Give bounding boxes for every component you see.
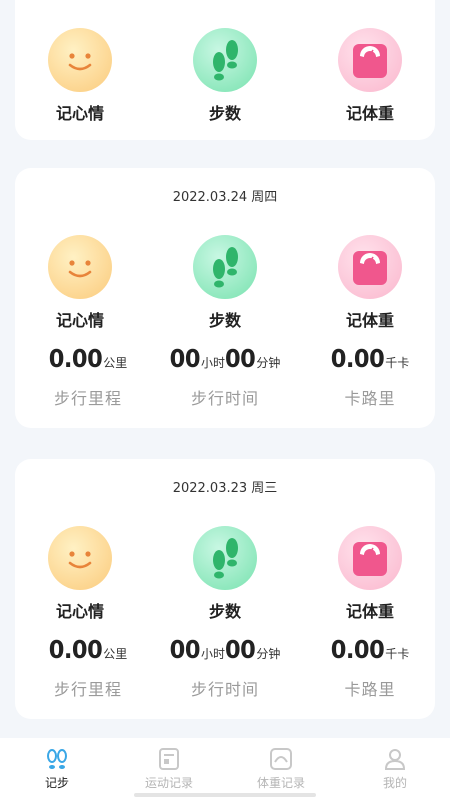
smiley-face-icon [48, 526, 112, 590]
step-feed[interactable]: 记心情 步数 记体重 2022.03.24 周四 记心情 步数 记体重 0.00… [0, 0, 450, 738]
weight-label: 记体重 [345, 311, 394, 330]
distance-unit: 公里 [103, 647, 128, 661]
home-indicator[interactable] [134, 793, 316, 797]
steps-action[interactable]: 步数 [170, 28, 280, 124]
mood-action[interactable]: 记心情 [25, 28, 135, 124]
scale-icon [338, 526, 402, 590]
weight-action[interactable]: 记体重 [315, 28, 425, 124]
distance-value: 0.00 [48, 344, 103, 373]
day-stats: 0.00公里 步行里程 00小时00分钟 步行时间 0.00千卡 卡路里 [15, 635, 435, 705]
quick-actions: 记心情 步数 记体重 [15, 28, 435, 123]
hours-value: 00 [169, 635, 201, 664]
minutes-value: 00 [225, 344, 256, 373]
steps-label: 步数 [208, 311, 241, 330]
footprints-icon [193, 235, 257, 299]
day-date: 2022.03.24 周四 [172, 190, 278, 205]
tab-me[interactable]: 我的 [350, 746, 440, 791]
day-card: 2022.03.23 周三 记心情 步数 记体重 0.00公里 步行里程 00小… [15, 459, 435, 719]
weight-label: 记体重 [345, 602, 394, 621]
minutes-unit: 分钟 [256, 647, 281, 661]
mood-action[interactable]: 记心情 [25, 235, 135, 331]
tab-exercise-records[interactable]: 运动记录 [124, 746, 214, 791]
footprints-icon [193, 526, 257, 590]
hours-unit: 小时 [200, 356, 225, 370]
scale-icon [338, 28, 402, 92]
scale-icon [338, 235, 402, 299]
day-card: 记心情 步数 记体重 [15, 0, 435, 140]
scale-icon [268, 746, 294, 772]
time-label: 步行时间 [190, 389, 259, 408]
time-label: 步行时间 [190, 680, 259, 699]
calories-value: 0.00 [330, 635, 385, 664]
user-icon [382, 746, 408, 772]
calories-unit: 千卡 [385, 647, 410, 661]
calories-unit: 千卡 [385, 356, 410, 370]
calories-label: 卡路里 [344, 389, 396, 408]
calories-stat: 0.00千卡 卡路里 [300, 344, 440, 409]
weight-action[interactable]: 记体重 [315, 526, 425, 622]
mood-label: 记心情 [55, 602, 104, 621]
steps-label: 步数 [208, 602, 241, 621]
tab-label: 运动记录 [144, 776, 193, 790]
steps-action[interactable]: 步数 [170, 235, 280, 331]
calories-stat: 0.00千卡 卡路里 [300, 635, 440, 700]
quick-actions: 记心情 步数 记体重 [15, 235, 435, 330]
weight-label: 记体重 [345, 104, 394, 123]
steps-action[interactable]: 步数 [170, 526, 280, 622]
tab-label: 我的 [382, 776, 407, 790]
mood-action[interactable]: 记心情 [25, 526, 135, 622]
day-card: 2022.03.24 周四 记心情 步数 记体重 0.00公里 步行里程 00小… [15, 168, 435, 428]
distance-label: 步行里程 [53, 389, 122, 408]
day-stats: 0.00公里 步行里程 00小时00分钟 步行时间 0.00千卡 卡路里 [15, 344, 435, 414]
record-icon [156, 746, 182, 772]
distance-stat: 0.00公里 步行里程 [18, 635, 158, 700]
day-date: 2022.03.23 周三 [172, 481, 278, 496]
mood-label: 记心情 [55, 311, 104, 330]
smiley-face-icon [48, 28, 112, 92]
tab-label: 体重记录 [256, 776, 305, 790]
tab-weight-records[interactable]: 体重记录 [236, 746, 326, 791]
minutes-unit: 分钟 [256, 356, 281, 370]
distance-value: 0.00 [48, 635, 103, 664]
bottom-tab-bar: 记步 运动记录 体重记录 我的 [0, 738, 450, 800]
steps-label: 步数 [208, 104, 241, 123]
tab-steps[interactable]: 记步 [12, 746, 102, 791]
weight-action[interactable]: 记体重 [315, 235, 425, 331]
tab-label: 记步 [44, 776, 69, 790]
time-stat: 00小时00分钟 步行时间 [155, 635, 295, 700]
minutes-value: 00 [225, 635, 256, 664]
footprints-icon [44, 746, 70, 772]
calories-label: 卡路里 [344, 680, 396, 699]
time-stat: 00小时00分钟 步行时间 [155, 344, 295, 409]
hours-value: 00 [169, 344, 201, 373]
smiley-face-icon [48, 235, 112, 299]
hours-unit: 小时 [200, 647, 225, 661]
footprints-icon [193, 28, 257, 92]
distance-unit: 公里 [103, 356, 128, 370]
distance-label: 步行里程 [53, 680, 122, 699]
mood-label: 记心情 [55, 104, 104, 123]
calories-value: 0.00 [330, 344, 385, 373]
quick-actions: 记心情 步数 记体重 [15, 526, 435, 621]
distance-stat: 0.00公里 步行里程 [18, 344, 158, 409]
